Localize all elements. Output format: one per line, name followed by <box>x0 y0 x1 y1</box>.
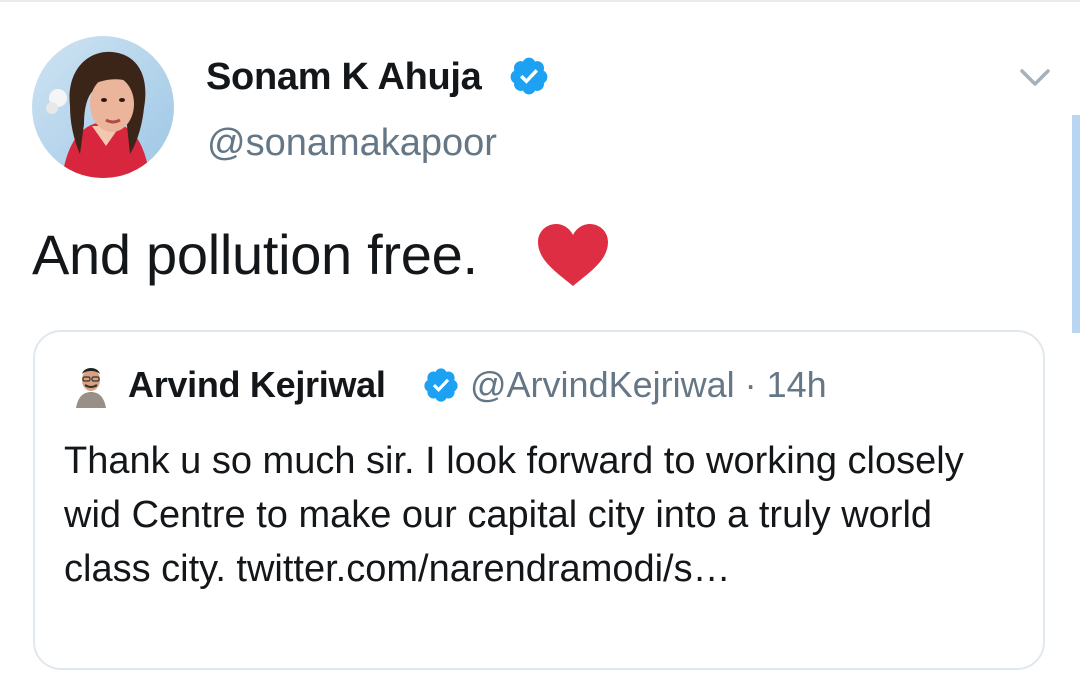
avatar[interactable] <box>32 36 174 178</box>
scrollbar[interactable] <box>1072 115 1080 333</box>
heart-icon <box>536 222 610 288</box>
quoted-author-handle-and-time[interactable]: @ArvindKejriwal · 14h <box>470 364 827 406</box>
tweet-text: And pollution free. <box>32 223 478 286</box>
quoted-author-display-name[interactable]: Arvind Kejriwal <box>128 364 386 406</box>
verified-badge-icon <box>422 366 460 404</box>
tweet-screen: Sonam K Ahuja @sonamakapoor And pollutio… <box>0 0 1080 694</box>
author-handle[interactable]: @sonamakapoor <box>207 122 497 165</box>
quoted-tweet-text: Thank u so much sir. I look forward to w… <box>64 440 964 590</box>
author-display-name[interactable]: Sonam K Ahuja <box>206 56 482 99</box>
top-divider <box>0 0 1080 2</box>
verified-badge-icon <box>508 55 550 97</box>
quoted-author-avatar[interactable] <box>70 360 112 408</box>
chevron-down-icon[interactable] <box>1016 62 1054 92</box>
